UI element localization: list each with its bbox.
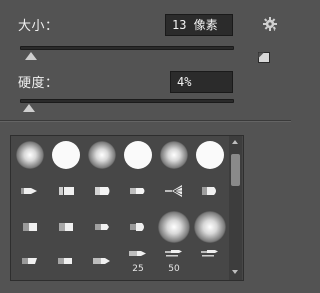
- brush-size-label: 50: [168, 264, 180, 274]
- size-input[interactable]: 13 像素: [165, 14, 233, 36]
- gear-icon[interactable]: [262, 16, 278, 32]
- brush-preset-bristle-tip[interactable]: [85, 174, 119, 208]
- brush-preset-hard-round[interactable]: [193, 138, 227, 172]
- hardness-input[interactable]: 4%: [170, 71, 233, 93]
- brush-preset-soft-round[interactable]: [13, 138, 47, 172]
- divider-highlight: [0, 121, 291, 122]
- brush-picker-panel: 大小： 13 像素 硬度： 4% 25 50: [0, 0, 291, 293]
- hardness-slider-track[interactable]: [20, 99, 234, 103]
- brush-preset-bristle-tip[interactable]: [85, 210, 119, 244]
- hardness-label: 硬度：: [18, 76, 59, 91]
- brush-preset-bristle-tip[interactable]: [121, 174, 155, 208]
- brush-preset-erodible-tip[interactable]: [49, 244, 83, 278]
- brush-preset-soft-round[interactable]: [85, 138, 119, 172]
- brush-preset-bristle-tip[interactable]: [13, 174, 47, 208]
- brush-preset-bristle-tip[interactable]: [49, 210, 83, 244]
- size-label: 大小：: [18, 19, 59, 34]
- brush-size-label: 25: [132, 264, 144, 274]
- scrollbar-thumb[interactable]: [231, 154, 240, 186]
- size-slider-track[interactable]: [20, 46, 234, 50]
- scroll-up-arrow-icon[interactable]: [232, 140, 238, 144]
- brush-preset-bristle-tip[interactable]: [13, 210, 47, 244]
- brush-library-scrollbar[interactable]: [229, 136, 242, 280]
- brush-preset-soft-round[interactable]: [157, 138, 191, 172]
- scroll-down-arrow-icon[interactable]: [232, 270, 238, 274]
- brush-preset-erodible-tip[interactable]: [13, 244, 47, 278]
- brush-preset-airbrush-tip[interactable]: [85, 244, 119, 278]
- brush-preset-bristle-tip[interactable]: [49, 174, 83, 208]
- brush-preset-airbrush-tip[interactable]: [193, 236, 227, 270]
- brush-preset-hard-round[interactable]: [121, 138, 155, 172]
- brush-preset-library: 25 50: [10, 135, 244, 281]
- brush-preset-hard-round[interactable]: [49, 138, 83, 172]
- hardness-slider-thumb[interactable]: [23, 104, 35, 112]
- brush-preset-bristle-tip[interactable]: [193, 174, 227, 208]
- brush-preset-fan-bristle[interactable]: [157, 174, 191, 208]
- size-slider-thumb[interactable]: [25, 52, 37, 60]
- new-preset-icon[interactable]: [258, 48, 270, 63]
